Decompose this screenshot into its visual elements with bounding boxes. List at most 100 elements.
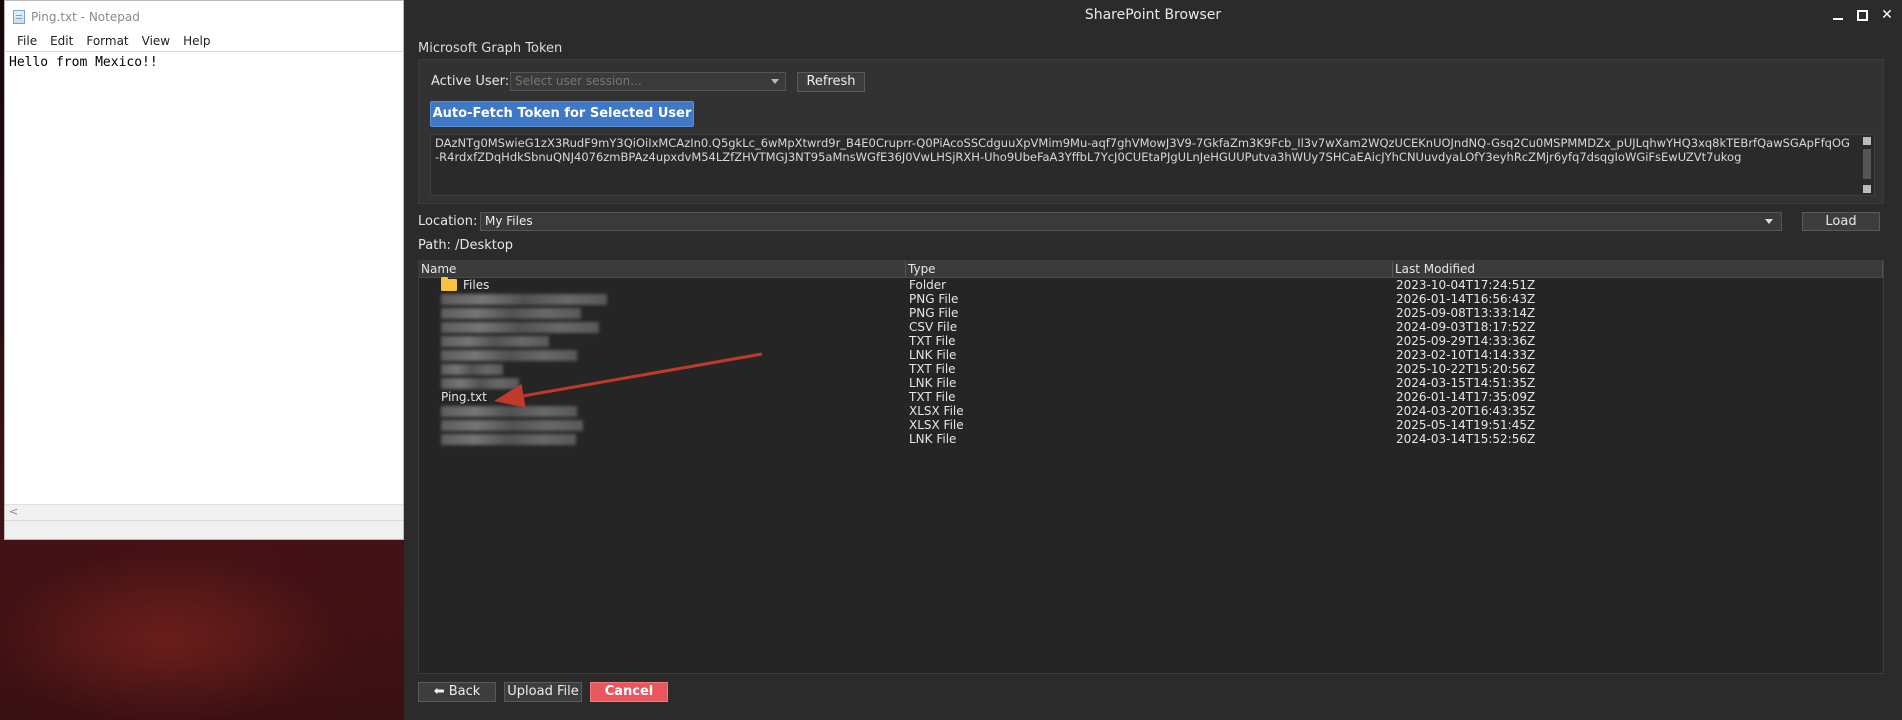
cell-name: Files xyxy=(419,277,906,292)
cell-type: Folder xyxy=(909,278,947,292)
file-name: Ping.txt xyxy=(441,390,487,404)
notepad-titlebar[interactable]: Ping.txt - Notepad xyxy=(5,1,403,33)
redacted-file-name xyxy=(441,335,549,347)
notepad-horizontal-scrollbar[interactable]: < xyxy=(5,504,403,521)
cell-name xyxy=(419,418,906,432)
cell-last-modified: 2023-02-10T14:14:33Z xyxy=(1396,348,1536,362)
file-table[interactable]: Name Type Last Modified Files Folder 2023-… xyxy=(418,260,1884,674)
table-row[interactable]: Files Folder 2023-10-04T17:24:51Z xyxy=(419,277,1883,292)
scroll-up-icon[interactable] xyxy=(1863,137,1871,145)
table-row[interactable]: Ping.txt TXT File 2026-01-14T17:35:09Z xyxy=(419,390,1883,404)
menu-format[interactable]: Format xyxy=(80,33,135,51)
chevron-down-icon xyxy=(1765,219,1773,224)
cell-last-modified: 2024-03-14T15:52:56Z xyxy=(1396,432,1536,446)
cell-type: LNK File xyxy=(909,376,957,390)
folder-icon xyxy=(441,277,457,291)
app-title: SharePoint Browser xyxy=(1084,7,1222,23)
redacted-file-name xyxy=(441,363,503,375)
column-header-last-modified[interactable]: Last Modified xyxy=(1393,261,1883,277)
column-header-name[interactable]: Name xyxy=(419,261,906,277)
cell-last-modified: 2024-09-03T18:17:52Z xyxy=(1396,320,1536,334)
cancel-button[interactable]: Cancel xyxy=(590,682,668,702)
cell-type: TXT File xyxy=(909,334,956,348)
notepad-menubar: File Edit Format View Help xyxy=(5,33,403,52)
notepad-title: Ping.txt - Notepad xyxy=(31,10,140,24)
redacted-file-name xyxy=(441,321,599,333)
table-row[interactable]: LNK File 2024-03-15T14:51:35Z xyxy=(419,376,1883,390)
active-user-dropdown[interactable]: Select user session... xyxy=(510,72,786,91)
table-row[interactable]: LNK File 2023-02-10T14:14:33Z xyxy=(419,348,1883,362)
table-row[interactable]: LNK File 2024-03-14T15:52:56Z xyxy=(419,432,1883,446)
table-row[interactable]: TXT File 2025-09-29T14:33:36Z xyxy=(419,334,1883,348)
notepad-window[interactable]: Ping.txt - Notepad File Edit Format View… xyxy=(4,0,404,540)
cell-last-modified: 2024-03-15T14:51:35Z xyxy=(1396,376,1536,390)
maximize-icon[interactable] xyxy=(1857,9,1868,21)
token-text: DAzNTg0MSwieG1zX3RudF9mY3QiOiIxMCAzIn0.Q… xyxy=(435,136,1850,164)
auto-fetch-token-button[interactable]: Auto-Fetch Token for Selected User xyxy=(430,101,694,127)
back-button[interactable]: ⬅ Back xyxy=(418,682,496,702)
upload-file-button[interactable]: Upload File xyxy=(504,682,582,702)
cell-last-modified: 2026-01-14T17:35:09Z xyxy=(1396,390,1536,404)
table-row[interactable]: CSV File 2024-09-03T18:17:52Z xyxy=(419,320,1883,334)
cell-type: CSV File xyxy=(909,320,958,334)
table-row[interactable]: PNG File 2025-09-08T13:33:14Z xyxy=(419,306,1883,320)
redacted-file-name xyxy=(441,293,607,305)
cell-type: TXT File xyxy=(909,362,956,376)
close-icon[interactable]: ✕ xyxy=(1880,7,1894,23)
table-header: Name Type Last Modified xyxy=(419,261,1883,278)
chevron-down-icon xyxy=(771,79,779,84)
cell-last-modified: 2023-10-04T17:24:51Z xyxy=(1396,278,1536,292)
minimize-icon[interactable] xyxy=(1831,8,1845,22)
redacted-file-name xyxy=(441,433,576,445)
cell-name xyxy=(419,348,906,362)
cell-last-modified: 2025-05-14T19:51:45Z xyxy=(1396,418,1536,432)
cell-type: XLSX File xyxy=(909,418,964,432)
desktop-background xyxy=(0,520,420,720)
app-titlebar[interactable]: SharePoint Browser ✕ xyxy=(404,0,1902,30)
cell-last-modified: 2025-09-08T13:33:14Z xyxy=(1396,306,1536,320)
cell-type: XLSX File xyxy=(909,404,964,418)
cell-name xyxy=(419,306,906,320)
notepad-file-icon xyxy=(13,10,25,24)
menu-view[interactable]: View xyxy=(136,33,177,51)
load-button[interactable]: Load xyxy=(1802,212,1880,231)
cell-last-modified: 2026-01-14T16:56:43Z xyxy=(1396,292,1536,306)
token-scrollbar[interactable] xyxy=(1862,137,1872,193)
table-row[interactable]: XLSX File 2024-03-20T16:43:35Z xyxy=(419,404,1883,418)
cell-type: PNG File xyxy=(909,292,959,306)
cell-last-modified: 2024-03-20T16:43:35Z xyxy=(1396,404,1536,418)
cell-name xyxy=(419,404,906,418)
cell-name: Ping.txt xyxy=(419,390,906,404)
cell-name xyxy=(419,376,906,390)
redacted-file-name xyxy=(441,377,519,389)
scroll-thumb[interactable] xyxy=(1863,149,1871,179)
redacted-file-name xyxy=(441,307,581,319)
location-dropdown[interactable]: My Files xyxy=(480,212,1782,231)
redacted-file-name xyxy=(441,405,577,417)
column-header-type[interactable]: Type xyxy=(906,261,1393,277)
menu-help[interactable]: Help xyxy=(177,33,217,51)
table-row[interactable]: XLSX File 2025-05-14T19:51:45Z xyxy=(419,418,1883,432)
refresh-button[interactable]: Refresh xyxy=(797,72,865,92)
scroll-left-icon[interactable]: < xyxy=(9,505,18,518)
cell-type: PNG File xyxy=(909,306,959,320)
file-name: Files xyxy=(463,278,490,292)
notepad-text-area[interactable]: Hello from Mexico!! xyxy=(5,52,403,73)
sharepoint-browser-window[interactable]: SharePoint Browser ✕ Microsoft Graph Tok… xyxy=(404,0,1902,720)
redacted-file-name xyxy=(441,349,577,361)
scroll-down-icon[interactable] xyxy=(1863,185,1871,193)
cell-type: TXT File xyxy=(909,390,956,404)
menu-edit[interactable]: Edit xyxy=(44,33,80,51)
cell-name xyxy=(419,320,906,334)
cell-name xyxy=(419,362,906,376)
cell-type: LNK File xyxy=(909,348,957,362)
notepad-status-bar xyxy=(5,520,403,539)
redacted-file-name xyxy=(441,419,583,431)
active-user-placeholder: Select user session... xyxy=(515,74,642,88)
token-textarea[interactable]: DAzNTg0MSwieG1zX3RudF9mY3QiOiIxMCAzIn0.Q… xyxy=(430,134,1875,196)
cell-last-modified: 2025-09-29T14:33:36Z xyxy=(1396,334,1536,348)
table-row[interactable]: TXT File 2025-10-22T15:20:56Z xyxy=(419,362,1883,376)
graph-token-section-label: Microsoft Graph Token xyxy=(418,41,563,56)
table-row[interactable]: PNG File 2026-01-14T16:56:43Z xyxy=(419,292,1883,306)
menu-file[interactable]: File xyxy=(11,33,44,51)
